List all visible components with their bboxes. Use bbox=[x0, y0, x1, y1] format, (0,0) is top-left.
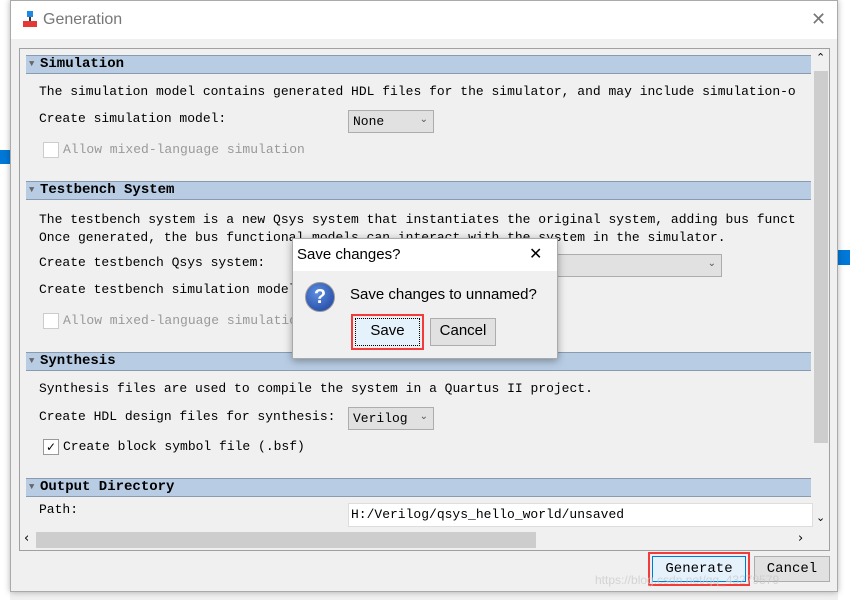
collapse-triangle-icon: ▼ bbox=[29, 185, 35, 195]
selected-value: None bbox=[353, 114, 385, 129]
block-symbol-label: Create block symbol file (.bsf) bbox=[63, 439, 305, 454]
horizontal-scrollbar[interactable]: ‹ › bbox=[20, 530, 813, 550]
scroll-down-icon[interactable]: ⌄ bbox=[816, 511, 825, 524]
save-changes-dialog: Save changes? ✕ ? Save changes to unname… bbox=[292, 238, 558, 359]
save-dialog-title: Save changes? bbox=[297, 246, 401, 263]
background-selection-right bbox=[838, 250, 850, 265]
path-input[interactable]: H:/Verilog/qsys_hello_world/unsaved bbox=[348, 503, 813, 527]
selected-value: Verilog bbox=[353, 411, 408, 426]
collapse-triangle-icon: ▼ bbox=[29, 59, 35, 69]
path-label: Path: bbox=[39, 502, 79, 517]
simulation-description: The simulation model contains generated … bbox=[39, 84, 796, 99]
collapse-triangle-icon: ▼ bbox=[29, 482, 35, 492]
app-icon bbox=[23, 11, 37, 27]
synthesis-hdl-label: Create HDL design files for synthesis: bbox=[39, 409, 336, 424]
watermark: https://blog.csdn.net/qq_43279579 bbox=[595, 573, 780, 587]
simulation-model-label: Create simulation model: bbox=[39, 111, 227, 126]
section-title: Testbench System bbox=[40, 182, 175, 198]
scroll-up-icon[interactable]: ⌃ bbox=[816, 51, 825, 64]
background-window-left bbox=[0, 0, 10, 600]
save-dialog-message: Save changes to unnamed? bbox=[350, 286, 537, 303]
simulation-model-select[interactable]: None ⌄ bbox=[348, 110, 434, 133]
testbench-qsys-label: Create testbench Qsys system: bbox=[39, 255, 266, 270]
scroll-left-icon[interactable]: ‹ bbox=[24, 531, 29, 546]
chevron-down-icon: ⌄ bbox=[419, 411, 428, 422]
section-header-testbench[interactable]: ▼ Testbench System bbox=[26, 181, 811, 200]
chevron-down-icon: ⌄ bbox=[419, 114, 428, 125]
save-button[interactable]: Save bbox=[355, 318, 420, 346]
testbench-sim-model-label: Create testbench simulation model: bbox=[39, 282, 305, 297]
simulation-mixed-language-label: Allow mixed-language simulation bbox=[63, 142, 305, 157]
simulation-mixed-language-checkbox[interactable] bbox=[43, 142, 59, 158]
testbench-mixed-language-label: Allow mixed-language simulation bbox=[63, 313, 305, 328]
background-window-right bbox=[838, 0, 850, 600]
section-title: Output Directory bbox=[40, 479, 175, 495]
section-header-output[interactable]: ▼ Output Directory bbox=[26, 478, 811, 497]
block-symbol-checkbox[interactable]: ✓ bbox=[43, 439, 59, 455]
title-bar: Generation ✕ bbox=[11, 1, 837, 39]
section-title: Simulation bbox=[40, 56, 125, 72]
chevron-down-icon: ⌄ bbox=[707, 258, 716, 269]
background-selection-left bbox=[0, 150, 10, 164]
testbench-qsys-select[interactable]: ⌄ bbox=[540, 254, 722, 277]
question-icon: ? bbox=[305, 282, 335, 312]
close-icon[interactable]: ✕ bbox=[811, 9, 826, 30]
horizontal-scroll-thumb[interactable] bbox=[36, 532, 536, 548]
save-dialog-title-bar: Save changes? ✕ bbox=[293, 239, 557, 271]
vertical-scrollbar[interactable]: ⌃ ⌄ bbox=[813, 49, 829, 530]
close-icon[interactable]: ✕ bbox=[529, 244, 542, 263]
checkmark-icon: ✓ bbox=[45, 440, 57, 454]
testbench-mixed-language-checkbox[interactable] bbox=[43, 313, 59, 329]
vertical-scroll-thumb[interactable] bbox=[814, 71, 828, 443]
synthesis-description: Synthesis files are used to compile the … bbox=[39, 381, 593, 396]
save-dialog-cancel-button[interactable]: Cancel bbox=[430, 318, 496, 346]
section-title: Synthesis bbox=[40, 353, 116, 369]
section-header-simulation[interactable]: ▼ Simulation bbox=[26, 55, 811, 74]
synthesis-hdl-select[interactable]: Verilog ⌄ bbox=[348, 407, 434, 430]
window-title: Generation bbox=[43, 11, 123, 28]
testbench-description-1: The testbench system is a new Qsys syste… bbox=[39, 212, 796, 227]
scroll-right-icon[interactable]: › bbox=[798, 531, 803, 546]
collapse-triangle-icon: ▼ bbox=[29, 356, 35, 366]
